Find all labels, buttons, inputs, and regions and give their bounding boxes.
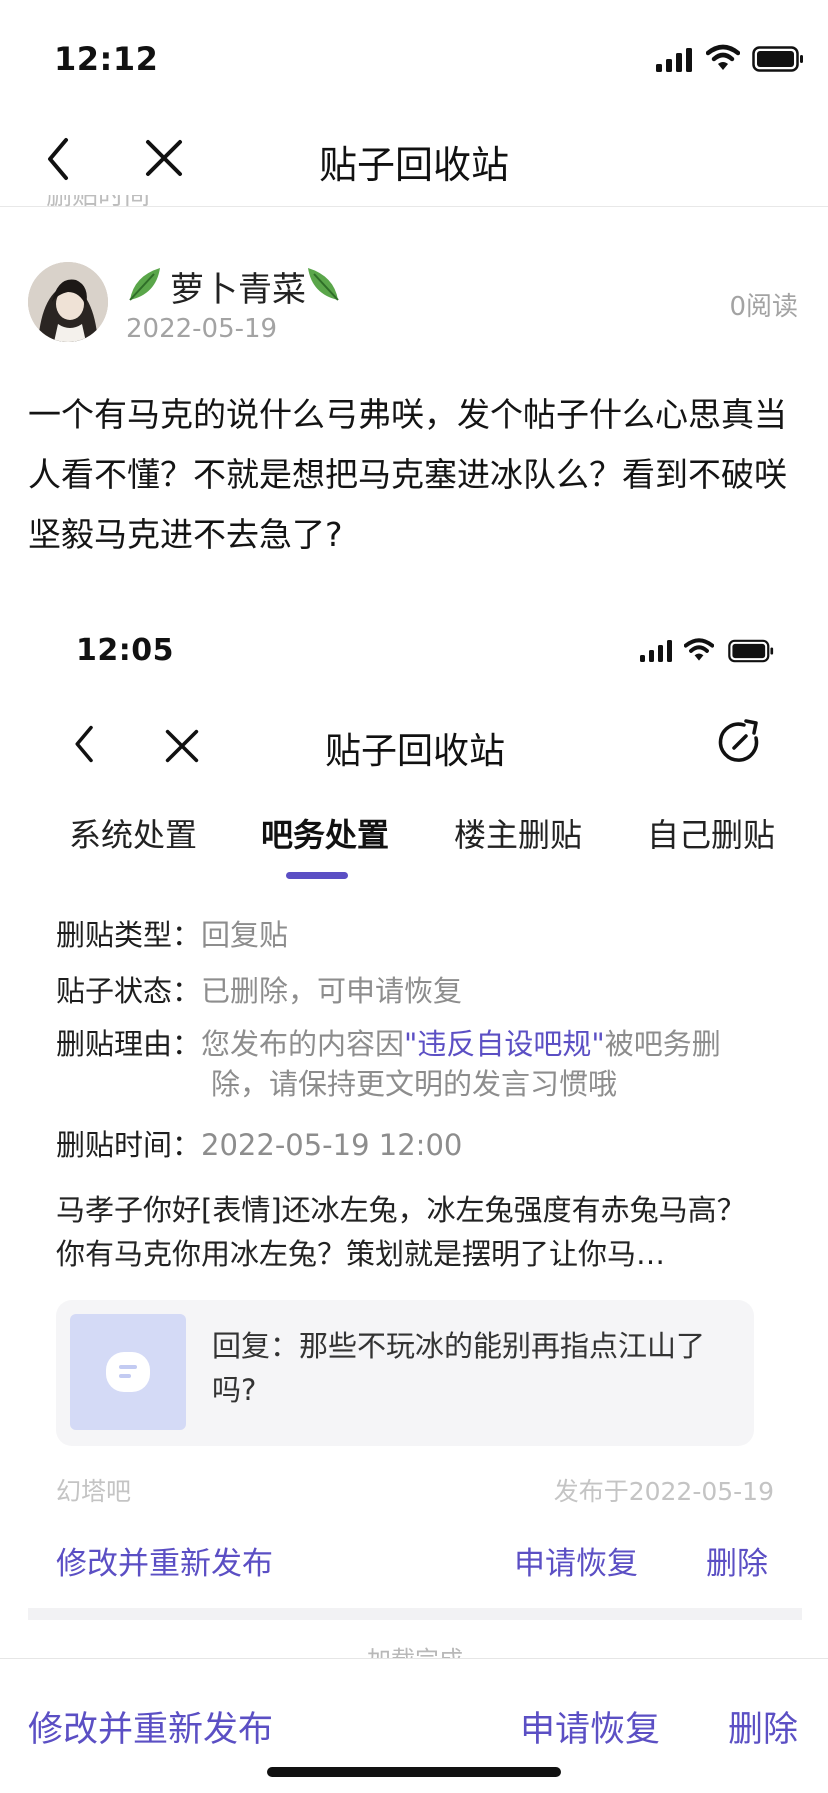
loading-complete-text: 加载完成 [367, 1646, 463, 1660]
post-body: 一个有马克的说什么弓弗咲，发个帖子什么心思真当人看不懂？不就是想把马克塞进冰队么… [28, 395, 787, 554]
edit-republish-button[interactable]: 修改并重新发布 [28, 1701, 273, 1752]
embedded-screenshot: 12:05 贴子回收站 系统处置 吧务处置 楼主删贴 自己删贴 删贴类型：回复贴… [28, 620, 802, 1660]
post-status-label: 贴子状态： [56, 974, 202, 1008]
leaf-icon-left [126, 264, 166, 304]
reply-text-line2: 吗? [212, 1373, 257, 1407]
message-icon [104, 1348, 152, 1396]
post-username[interactable]: 萝卜青菜 [170, 262, 306, 311]
tab-admin[interactable]: 吧务处置 [250, 810, 400, 856]
inner-wifi-icon [684, 637, 714, 663]
inner-status-time: 12:05 [76, 633, 174, 668]
inner-signal-icon [640, 640, 674, 662]
signal-icon [656, 48, 694, 72]
inner-restore-request-button[interactable]: 申请恢复 [514, 1538, 638, 1583]
read-count: 0阅读 [729, 292, 798, 322]
delete-reason-pre: 您发布的内容因 [201, 1027, 405, 1061]
inner-delete-button[interactable]: 删除 [706, 1538, 768, 1583]
inner-edit-republish-button[interactable]: 修改并重新发布 [56, 1538, 273, 1583]
nav-bar: 贴子回收站 [0, 110, 828, 206]
avatar[interactable] [28, 262, 108, 342]
tab-owner-deleted[interactable]: 楼主删贴 [443, 810, 593, 856]
delete-button[interactable]: 删除 [728, 1701, 798, 1752]
delete-time-label: 删贴时间： [56, 1128, 202, 1162]
post-status-row: 贴子状态：已删除，可申请恢复 [56, 968, 462, 1010]
tab-active-indicator [286, 872, 348, 879]
partial-row-text: 删贴时间 [46, 195, 151, 211]
delete-reason-label: 删贴理由： [56, 1027, 202, 1061]
delete-reason-post: 被吧务删 [604, 1027, 721, 1061]
tab-self-deleted[interactable]: 自己删贴 [636, 810, 786, 856]
delete-reason-rule-link[interactable]: "违反自设吧规" [404, 1027, 605, 1061]
refresh-icon[interactable] [716, 718, 764, 766]
delete-time-value: 2022-05-19 12:00 [201, 1128, 463, 1162]
reply-thumbnail [70, 1314, 186, 1430]
status-time: 12:12 [54, 40, 159, 78]
home-indicator[interactable] [267, 1767, 561, 1777]
wifi-icon [706, 44, 740, 72]
post-status-value: 已删除，可申请恢复 [201, 974, 463, 1008]
deleted-content: 马孝子你好[表情]还冰左兔，冰左兔强度有赤兔马高？你有马克你用冰左兔？策划就是摆… [56, 1193, 746, 1271]
reply-text-line1: 回复：那些不玩冰的能别再指点江山了 [212, 1329, 706, 1363]
inner-battery-icon [728, 639, 774, 663]
battery-icon [752, 46, 804, 72]
delete-type-value: 回复贴 [201, 918, 289, 952]
footer-action-bar: 修改并重新发布 申请恢复 删除 [0, 1659, 828, 1793]
publish-date: 发布于2022-05-19 [553, 1477, 774, 1506]
delete-type-label: 删贴类型： [56, 918, 202, 952]
inner-divider [28, 1608, 802, 1620]
tab-system[interactable]: 系统处置 [58, 810, 208, 856]
inner-page-title: 贴子回收站 [324, 731, 505, 772]
forum-name[interactable]: 幻塔吧 [56, 1472, 131, 1508]
delete-time-row: 删贴时间：2022-05-19 12:00 [56, 1122, 462, 1164]
delete-reason-row: 删贴理由：您发布的内容因"违反自设吧规"被吧务删 [56, 1024, 796, 1064]
post-date: 2022-05-19 [126, 314, 278, 344]
reply-card[interactable]: 回复：那些不玩冰的能别再指点江山了 吗? [56, 1300, 754, 1446]
delete-reason-line2: 除，请保持更文明的发言习惯哦 [211, 1067, 618, 1101]
leaf-icon-right [302, 264, 342, 304]
status-bar: 12:12 [0, 0, 828, 110]
page-title: 贴子回收站 [318, 143, 509, 187]
delete-type-row: 删贴类型：回复贴 [56, 912, 288, 954]
restore-request-button[interactable]: 申请恢复 [520, 1701, 660, 1752]
